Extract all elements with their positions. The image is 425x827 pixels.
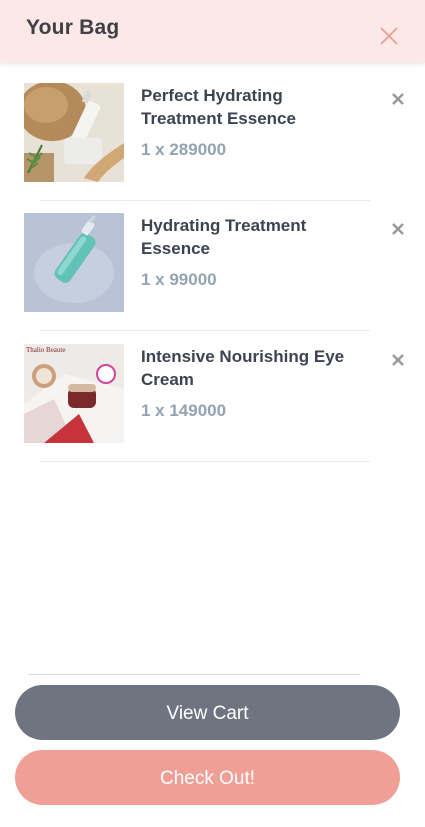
thumbnail-brand-text: Thalio Beaute <box>26 346 65 354</box>
product-thumbnail[interactable] <box>24 83 124 182</box>
item-divider <box>40 461 370 462</box>
item-name[interactable]: Hydrating Treatment Essence <box>141 214 361 260</box>
item-divider <box>40 330 370 331</box>
bag-header: Your Bag <box>0 0 425 63</box>
cart-item: Thalio Beaute Intensive Nourishing Eye C… <box>0 344 425 475</box>
footer-divider <box>28 674 360 675</box>
product-thumbnail[interactable]: Thalio Beaute <box>24 344 124 443</box>
checkout-button[interactable]: Check Out! <box>15 750 400 805</box>
shopping-bag-panel: Your Bag Perfect Hydrating Treatment Ess… <box>0 0 425 827</box>
view-cart-button[interactable]: View Cart <box>15 685 400 740</box>
close-button[interactable] <box>377 24 401 48</box>
item-name[interactable]: Perfect Hydrating Treatment Essence <box>141 84 361 130</box>
cart-item: Perfect Hydrating Treatment Essence 1 x … <box>0 83 425 214</box>
remove-item-button[interactable] <box>390 91 406 107</box>
remove-item-button[interactable] <box>390 221 406 237</box>
remove-icon <box>392 223 404 235</box>
remove-icon <box>392 354 404 366</box>
cart-item: Hydrating Treatment Essence 1 x 99000 <box>0 213 425 344</box>
item-price: 1 x 149000 <box>141 401 227 420</box>
item-price: 1 x 289000 <box>141 140 227 159</box>
close-icon <box>380 27 398 45</box>
product-thumbnail[interactable] <box>24 213 124 312</box>
remove-item-button[interactable] <box>390 352 406 368</box>
bag-title: Your Bag <box>26 16 120 39</box>
item-name[interactable]: Intensive Nourishing Eye Cream <box>141 345 361 391</box>
item-price: 1 x 99000 <box>141 270 217 289</box>
remove-icon <box>392 93 404 105</box>
item-divider <box>40 200 370 201</box>
